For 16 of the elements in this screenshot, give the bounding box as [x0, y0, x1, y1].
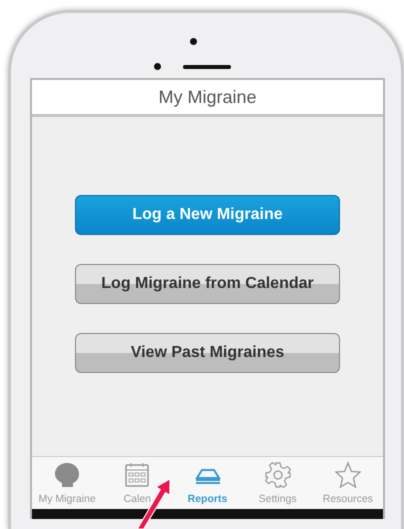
tab-item[interactable]: Calen [102, 457, 172, 509]
calendar-icon [123, 461, 152, 489]
gear-icon [264, 461, 292, 489]
head-icon [53, 461, 82, 489]
tab-item[interactable]: My Migraine [32, 457, 102, 509]
tab-item[interactable]: Reports [172, 457, 242, 509]
screen-title: My Migraine [158, 86, 257, 109]
tab-item[interactable]: Settings [242, 457, 313, 509]
speaker-slot [183, 64, 231, 68]
tab-item[interactable]: Resources [312, 457, 383, 509]
menu-button[interactable]: Log Migraine from Calendar [75, 264, 340, 304]
sensor-dot [154, 63, 161, 70]
log-new-button[interactable]: Log a New Migraine [75, 195, 340, 235]
star-icon [334, 461, 362, 489]
menu-button[interactable]: View Past Migraines [75, 333, 340, 373]
camera-dot [190, 38, 197, 45]
